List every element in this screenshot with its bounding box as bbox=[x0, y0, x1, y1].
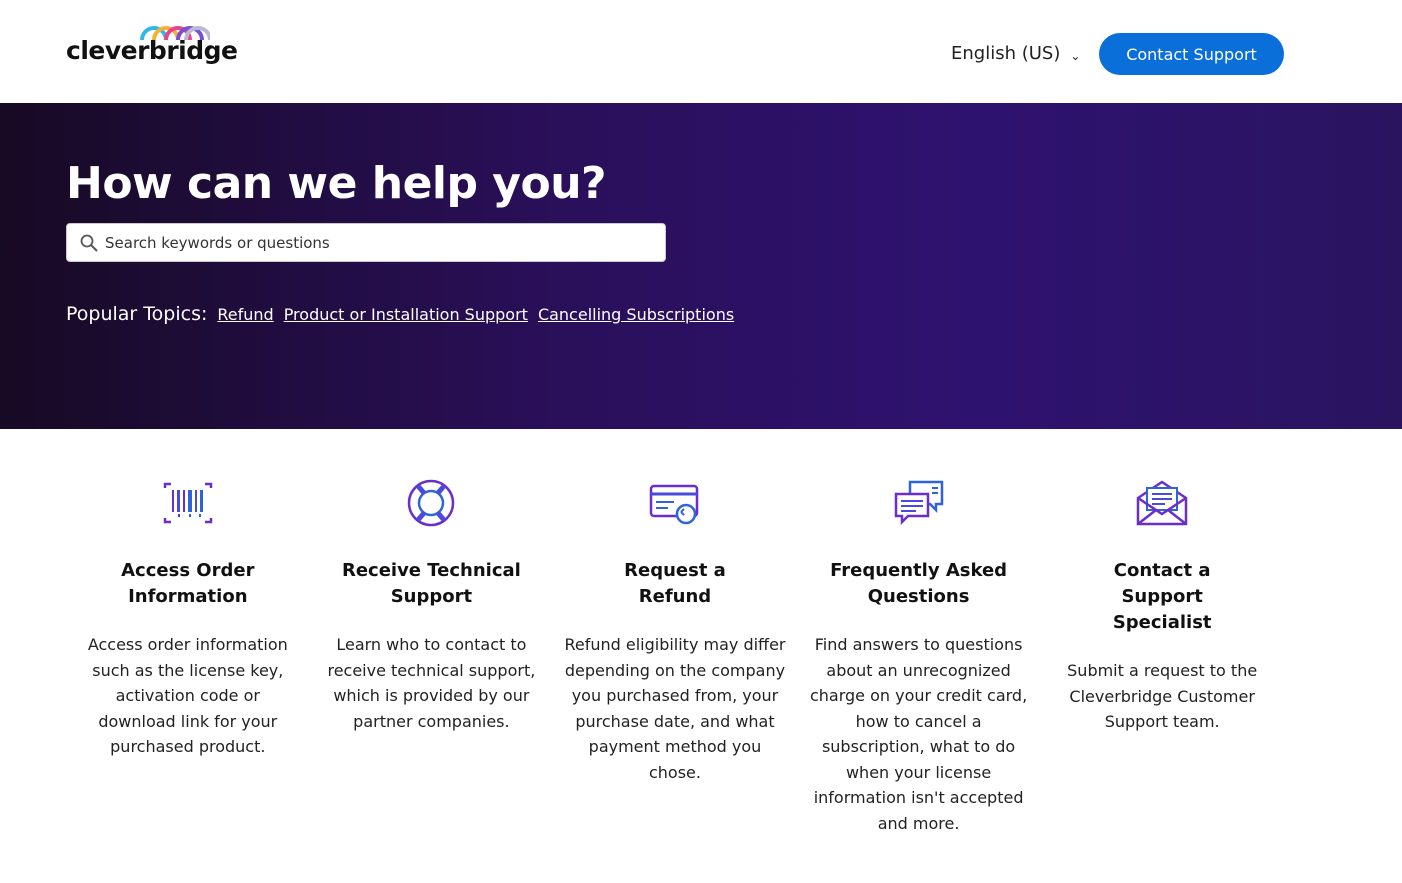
card-frequently-asked-questions[interactable]: Frequently Asked Questions Find answers … bbox=[797, 478, 1041, 836]
credit-card-refund-icon bbox=[649, 484, 699, 525]
card-request-a-refund[interactable]: Request a Refund Refund eligibility may … bbox=[553, 478, 797, 836]
card-description: Submit a request to the Cleverbridge Cus… bbox=[1067, 661, 1258, 731]
hero-banner: How can we help you? Popular Topics: Ref… bbox=[0, 103, 1402, 429]
card-title: Contact a Support Specialist bbox=[1112, 560, 1212, 633]
search-box[interactable] bbox=[66, 223, 666, 262]
card-title: Request a Refund bbox=[624, 560, 726, 607]
chat-bubbles-icon bbox=[894, 480, 943, 526]
popular-topics: Popular Topics: Refund Product or Instal… bbox=[66, 303, 734, 325]
site-header: cleverbridge English (US) ⌄ Contact Supp… bbox=[0, 0, 1402, 103]
chevron-down-icon: ⌄ bbox=[1070, 48, 1081, 63]
help-cards: Access Order Information Access order in… bbox=[66, 478, 1310, 836]
topic-link-product-support[interactable]: Product or Installation Support bbox=[284, 305, 528, 324]
card-description: Access order information such as the lic… bbox=[87, 635, 288, 756]
card-contact-a-support-specialist[interactable]: Contact a Support Specialist Submit a re… bbox=[1040, 478, 1284, 836]
card-description: Learn who to contact to receive technica… bbox=[327, 635, 536, 731]
search-input[interactable] bbox=[105, 224, 665, 261]
cleverbridge-logo[interactable]: cleverbridge bbox=[66, 22, 238, 70]
lifebuoy-icon bbox=[408, 479, 455, 527]
language-label: English (US) bbox=[951, 43, 1061, 64]
topic-link-refund[interactable]: Refund bbox=[217, 305, 273, 324]
contact-support-button[interactable]: Contact Support bbox=[1099, 33, 1284, 75]
card-title: Access Order Information bbox=[121, 560, 255, 607]
logo-text: cleverbridge bbox=[66, 36, 238, 65]
topic-link-cancelling-subscriptions[interactable]: Cancelling Subscriptions bbox=[538, 305, 734, 324]
card-title: Receive Technical Support bbox=[341, 560, 521, 607]
barcode-icon bbox=[163, 482, 213, 524]
card-description: Refund eligibility may differ depending … bbox=[564, 635, 786, 782]
search-icon bbox=[80, 234, 98, 252]
envelope-icon bbox=[1136, 480, 1188, 526]
card-description: Find answers to questions about an unrec… bbox=[809, 635, 1028, 833]
card-receive-technical-support[interactable]: Receive Technical Support Learn who to c… bbox=[310, 478, 554, 836]
hero-title: How can we help you? bbox=[66, 158, 607, 209]
popular-topics-label: Popular Topics: bbox=[66, 303, 208, 325]
language-selector[interactable]: English (US) ⌄ bbox=[951, 43, 1080, 64]
card-access-order-information[interactable]: Access Order Information Access order in… bbox=[66, 478, 310, 836]
card-title: Frequently Asked Questions bbox=[830, 560, 1008, 607]
